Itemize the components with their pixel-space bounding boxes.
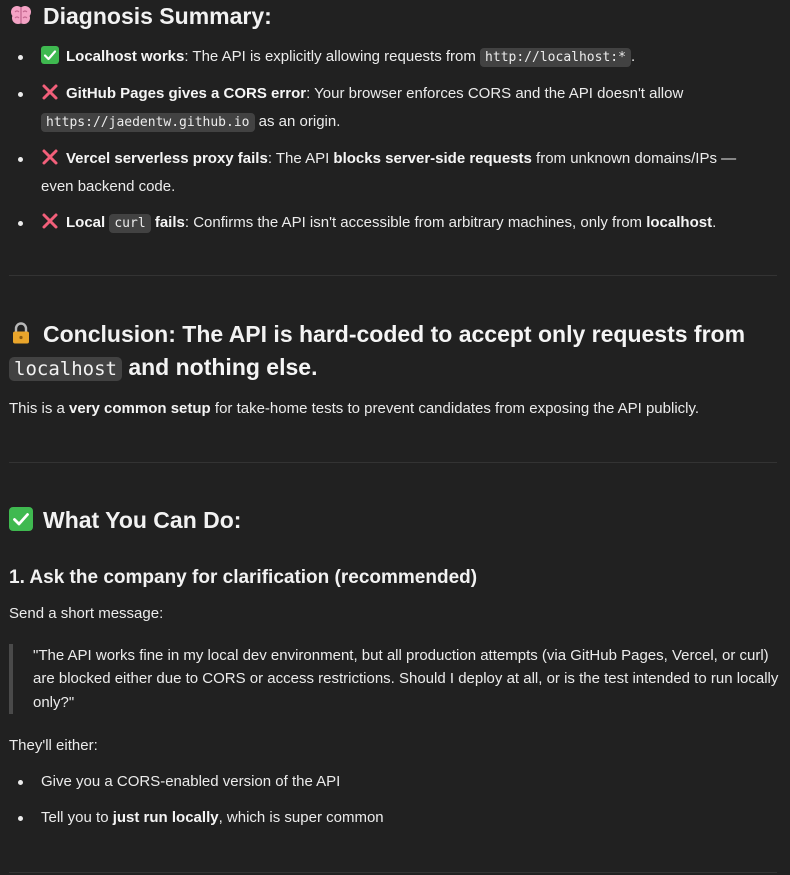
list-item: Vercel serverless proxy fails: The API b… — [9, 147, 781, 195]
conclusion-title-mid: and — [121, 354, 176, 380]
list-item: Localhost works: The API is explicitly a… — [9, 45, 781, 68]
list-item: GitHub Pages gives a CORS error: Your br… — [9, 82, 781, 132]
divider — [9, 872, 777, 873]
item-label-end: fails — [150, 214, 185, 231]
item-label: GitHub Pages gives a CORS error — [66, 85, 307, 102]
conclusion-title-bold2: nothing else — [175, 354, 312, 380]
conclusion-title-prefix: Conclusion: The API is — [43, 321, 299, 347]
option-text: Tell you to — [41, 809, 113, 826]
item-bold: localhost — [646, 214, 713, 231]
option-bold: just run locally — [112, 809, 219, 826]
item-label: Local — [66, 214, 110, 231]
check-mark-icon — [41, 46, 59, 64]
item-text-end: . — [712, 214, 717, 231]
conclusion-code: localhost — [9, 357, 122, 381]
conclusion-title-end: . — [311, 354, 318, 380]
actions-heading: What You Can Do: — [9, 504, 241, 536]
item-bold: blocks server-side requests — [333, 150, 532, 167]
actions-subtitle: 1. Ask the company for clarification (re… — [9, 567, 478, 588]
item-text: : The API is explicitly allowing request… — [184, 48, 481, 65]
item-text-continuation: even backend code. — [41, 178, 176, 195]
cross-mark-icon — [42, 213, 58, 229]
option-text-end: , which is super common — [218, 809, 384, 826]
para-text: This is a — [9, 400, 70, 417]
item-text: : Confirms the API isn't accessible from… — [184, 214, 647, 231]
quote-text: "The API works fine in my local dev envi… — [33, 647, 779, 711]
item-text-end: as an origin. — [254, 113, 341, 130]
list-item: Local curl fails: Confirms the API isn't… — [9, 211, 781, 234]
item-text-end: . — [630, 48, 636, 65]
item-label: Localhost works — [66, 48, 185, 65]
divider — [9, 462, 777, 463]
list-item: Give you a CORS-enabled version of the A… — [9, 770, 781, 793]
para-text-end: for take-home tests to prevent candidate… — [210, 400, 700, 417]
item-text: : Your browser enforces CORS and the API… — [306, 85, 684, 102]
inline-code: https://jaedentw.github.io — [41, 113, 255, 132]
inline-code: curl — [109, 214, 151, 233]
item-label: Vercel serverless proxy fails — [66, 150, 268, 167]
item-text-end: from unknown domains/IPs — — [531, 150, 737, 167]
item-text: : The API — [267, 150, 334, 167]
cross-mark-icon — [42, 84, 58, 100]
option-text: Give you a CORS-enabled version of the A… — [41, 773, 341, 790]
list-item: Tell you to just run locally, which is s… — [9, 806, 781, 829]
para-bold: very common setup — [69, 400, 211, 417]
conclusion-heading: Conclusion: The API is hard-coded to acc… — [9, 318, 784, 386]
conclusion-title-bold: hard-coded to accept only requests from — [299, 321, 746, 347]
divider — [9, 275, 777, 276]
lock-icon — [13, 322, 29, 344]
check-mark-icon — [9, 507, 33, 531]
actions-title: What You Can Do: — [43, 507, 242, 533]
brain-icon — [11, 6, 31, 24]
actions-intro: Send a short message: — [9, 605, 164, 622]
actions-outro: They'll either: — [9, 737, 98, 754]
message-quote: "The API works fine in my local dev envi… — [9, 644, 781, 714]
diagnosis-title: Diagnosis Summary: — [43, 3, 272, 29]
conclusion-paragraph: This is a very common setup for take-hom… — [9, 397, 699, 420]
diagnosis-heading: Diagnosis Summary: — [9, 0, 272, 32]
cross-mark-icon — [42, 149, 58, 165]
inline-code: http://localhost:* — [480, 48, 631, 67]
